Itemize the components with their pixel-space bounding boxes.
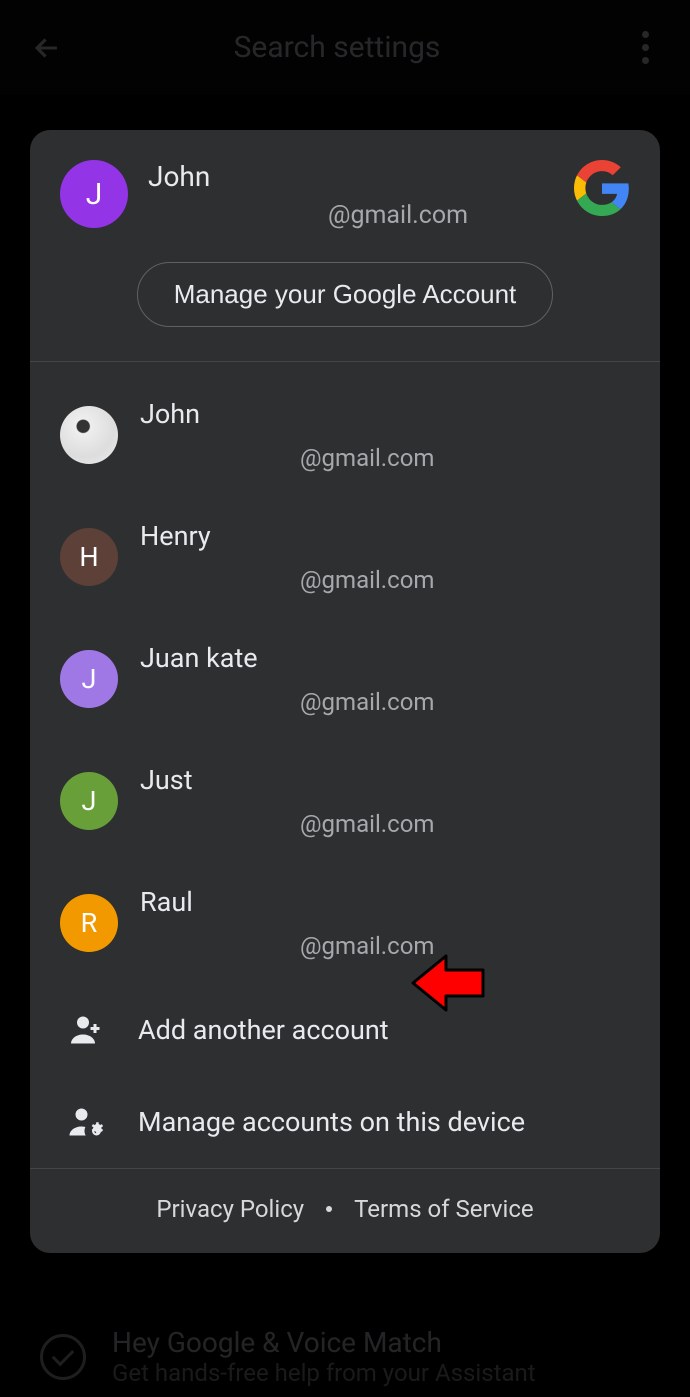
account-avatar: [60, 406, 118, 464]
account-row[interactable]: J Juan kate @gmail.com: [30, 618, 660, 740]
primary-avatar: J: [60, 160, 128, 228]
account-name: Just: [140, 764, 630, 796]
account-email: @gmail.com: [140, 688, 630, 716]
account-name: Raul: [140, 886, 630, 918]
account-avatar: R: [60, 894, 118, 952]
account-avatar: H: [60, 528, 118, 586]
manage-accounts-label: Manage accounts on this device: [138, 1106, 525, 1138]
account-row[interactable]: R Raul @gmail.com: [30, 862, 660, 984]
account-avatar: J: [60, 772, 118, 830]
account-email: @gmail.com: [140, 444, 630, 472]
account-email: @gmail.com: [140, 810, 630, 838]
primary-account-name: John: [148, 160, 554, 193]
account-picker-dialog: J John @gmail.com Manage your Google Acc…: [30, 130, 660, 1253]
account-row[interactable]: J Just @gmail.com: [30, 740, 660, 862]
account-name: Henry: [140, 520, 630, 552]
dialog-footer: Privacy Policy Terms of Service: [30, 1168, 660, 1253]
account-email: @gmail.com: [140, 932, 630, 960]
google-logo-icon: [574, 160, 630, 216]
terms-of-service-link[interactable]: Terms of Service: [354, 1195, 533, 1223]
privacy-policy-link[interactable]: Privacy Policy: [156, 1195, 304, 1223]
account-row[interactable]: H Henry @gmail.com: [30, 496, 660, 618]
primary-account-email: @gmail.com: [148, 201, 554, 230]
account-name: John: [140, 398, 630, 430]
add-account-label: Add another account: [138, 1014, 389, 1046]
primary-account-section[interactable]: J John @gmail.com Manage your Google Acc…: [30, 130, 660, 362]
person-add-icon: [68, 1012, 104, 1048]
separator-dot: [326, 1206, 332, 1212]
account-avatar: J: [60, 650, 118, 708]
account-list: John @gmail.com H Henry @gmail.com J Juan kate…: [30, 362, 660, 984]
manage-accounts-row[interactable]: Manage accounts on this device: [30, 1076, 660, 1168]
account-row[interactable]: John @gmail.com: [30, 374, 660, 496]
manage-google-account-button[interactable]: Manage your Google Account: [137, 262, 554, 327]
add-another-account-row[interactable]: Add another account: [30, 984, 660, 1076]
red-arrow-callout-icon: [408, 948, 488, 1018]
account-email: @gmail.com: [140, 566, 630, 594]
manage-accounts-icon: [68, 1104, 104, 1140]
account-name: Juan kate: [140, 642, 630, 674]
